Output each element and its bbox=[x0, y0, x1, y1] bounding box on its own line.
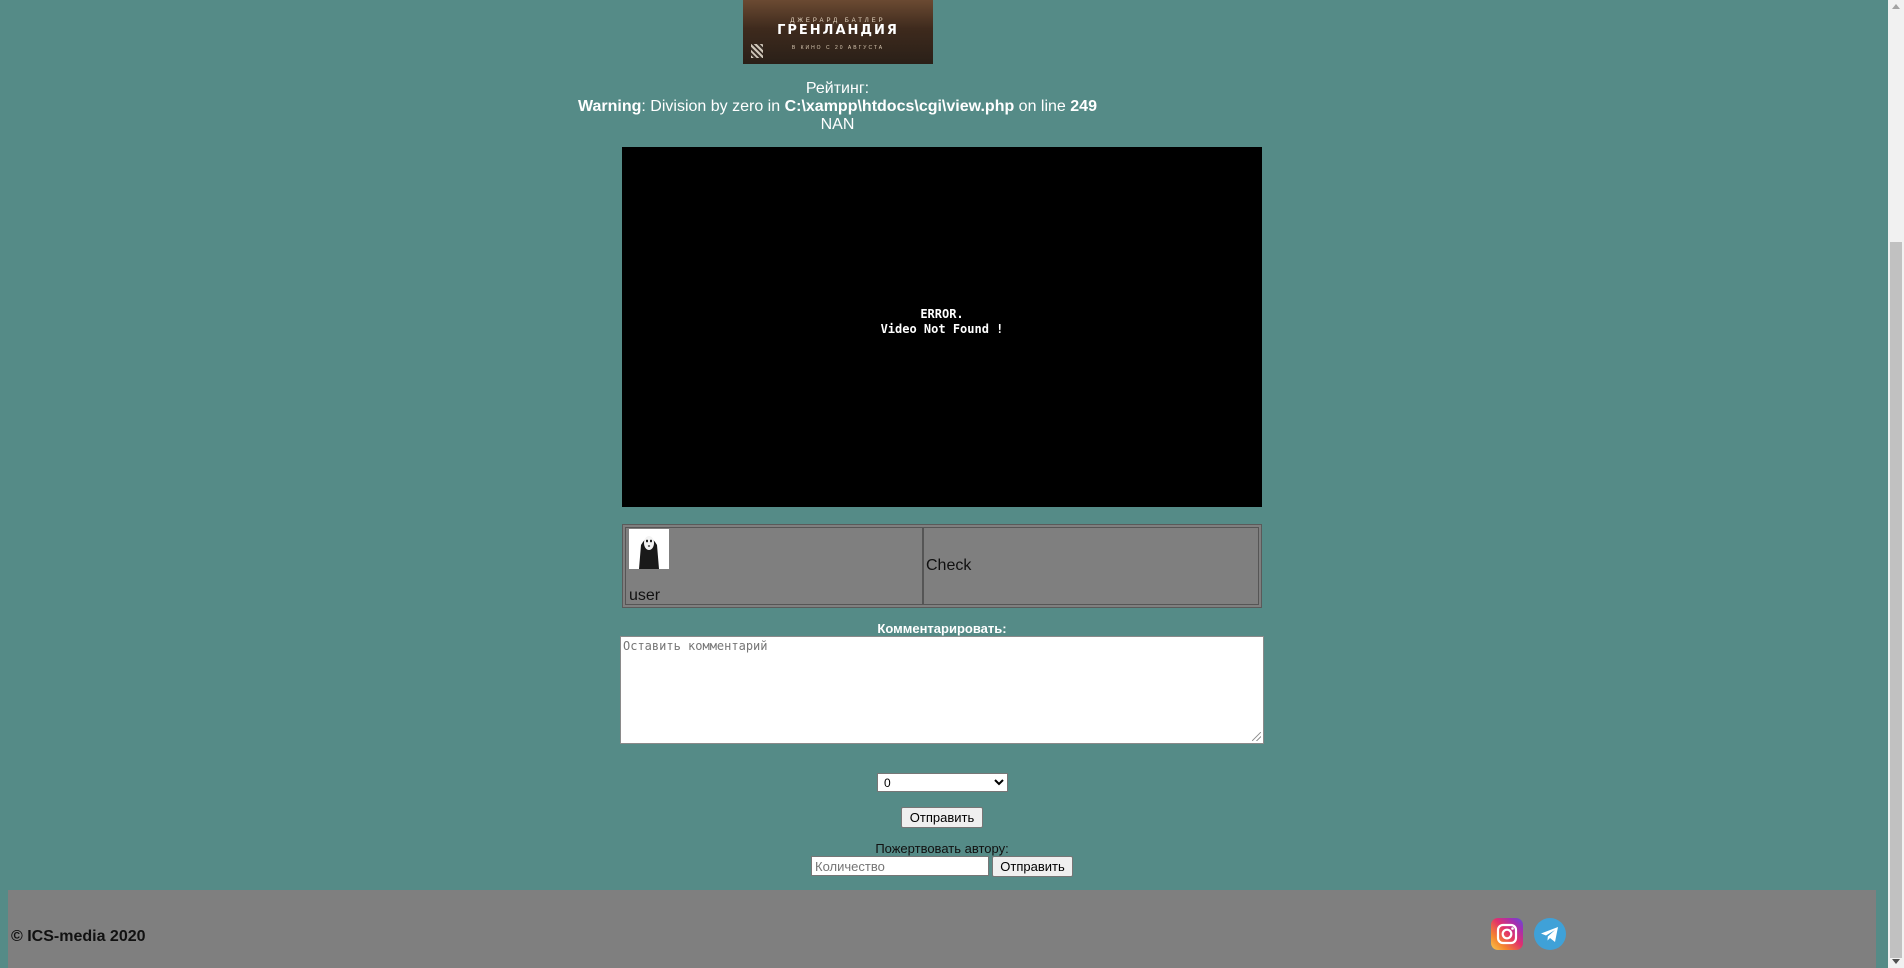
donate-label: Пожертвовать автору: bbox=[875, 841, 1009, 856]
comments-table: user Check bbox=[622, 524, 1262, 608]
telegram-icon[interactable] bbox=[1534, 918, 1566, 950]
scrollbar-thumb[interactable] bbox=[1890, 242, 1902, 958]
donate-amount-input[interactable] bbox=[811, 856, 989, 876]
no-face-avatar-icon bbox=[629, 529, 669, 569]
copyright-text: © ICS-media 2020 bbox=[11, 928, 146, 945]
scroll-down-arrow-icon[interactable] bbox=[1892, 959, 1900, 964]
comment-textarea[interactable] bbox=[620, 636, 1264, 744]
page: ДЖЕРАРД БАТЛЕР ГРЕНЛАНДИЯ В КИНО С 20 АВ… bbox=[0, 0, 1888, 968]
submit-comment-button[interactable]: Отправить bbox=[901, 807, 983, 828]
comment-form-label: Комментарировать: bbox=[877, 621, 1007, 636]
donate-submit-button[interactable]: Отправить bbox=[992, 856, 1073, 877]
warning-prefix: Warning bbox=[578, 98, 642, 115]
video-error-line2: Video Not Found ! bbox=[880, 322, 1004, 336]
rating-block: Рейтинг: Warning: Division by zero in C:… bbox=[560, 80, 1115, 134]
warning-message: : Division by zero in bbox=[641, 98, 785, 115]
instagram-glyph-icon bbox=[1496, 923, 1518, 945]
warning-on-line: on line bbox=[1014, 98, 1071, 115]
rating-label: Рейтинг: bbox=[805, 80, 870, 97]
avatar bbox=[629, 529, 669, 569]
movie-poster: ДЖЕРАРД БАТЛЕР ГРЕНЛАНДИЯ В КИНО С 20 АВ… bbox=[743, 0, 933, 64]
instagram-icon[interactable] bbox=[1491, 918, 1523, 950]
rating-value: NAN bbox=[820, 116, 855, 133]
php-warning: Warning: Division by zero in C:\xampp\ht… bbox=[560, 98, 1115, 116]
poster-title: ГРЕНЛАНДИЯ bbox=[777, 23, 899, 38]
warning-path: C:\xampp\htdocs\cgi\view.php bbox=[784, 98, 1015, 115]
warning-line: 249 bbox=[1070, 98, 1097, 115]
resize-grip-icon[interactable] bbox=[1252, 732, 1261, 741]
scroll-up-arrow-icon[interactable] bbox=[1892, 4, 1900, 9]
telegram-glyph-icon bbox=[1541, 927, 1558, 942]
comment-username: user bbox=[629, 587, 661, 604]
footer: © ICS-media 2020 bbox=[8, 890, 1876, 968]
vertical-scrollbar[interactable] bbox=[1888, 0, 1904, 968]
video-error-line1: ERROR. bbox=[920, 307, 964, 321]
comment-text: Check bbox=[926, 557, 972, 574]
video-player[interactable]: ERROR. Video Not Found ! bbox=[622, 147, 1262, 507]
poster-date: В КИНО С 20 АВГУСТА bbox=[791, 45, 885, 51]
video-error: ERROR. Video Not Found ! bbox=[622, 307, 1262, 337]
comment-text-cell: Check bbox=[923, 527, 1259, 605]
comment-author-cell: user bbox=[625, 527, 923, 605]
rating-select[interactable]: 0 bbox=[877, 773, 1008, 792]
qr-code-icon bbox=[751, 44, 763, 58]
